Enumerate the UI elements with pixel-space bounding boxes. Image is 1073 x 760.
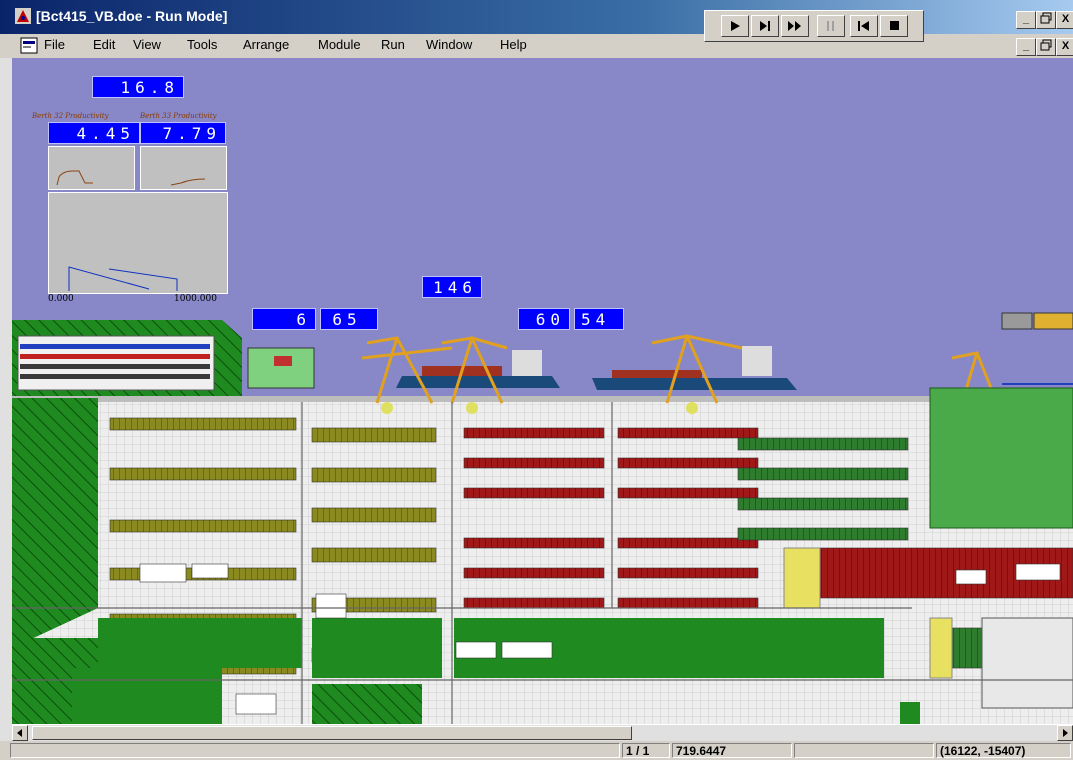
doc-restore-button[interactable] <box>1036 38 1056 56</box>
restore-button[interactable] <box>1036 11 1056 29</box>
app-icon[interactable] <box>14 7 32 25</box>
restore-icon <box>1040 12 1052 24</box>
plot-x-min: 0.000 <box>48 294 74 304</box>
status-bar: 1 / 1 719.6447 (16122, -15407) <box>0 741 1073 760</box>
left-edge <box>0 58 12 741</box>
pause-button[interactable] <box>817 15 845 37</box>
status-coords: (16122, -15407) <box>936 743 1071 758</box>
berth32-label: Berth 32 Productivity <box>32 112 109 120</box>
menu-file[interactable]: File <box>44 37 65 52</box>
status-page: 1 / 1 <box>622 743 670 758</box>
close-button[interactable]: X <box>1056 11 1073 29</box>
menu-module[interactable]: Module <box>318 37 361 52</box>
terminal-map <box>12 312 1073 724</box>
menu-arrange[interactable]: Arrange <box>243 37 289 52</box>
horizontal-scrollbar[interactable] <box>12 724 1073 742</box>
scroll-right-button[interactable] <box>1057 725 1073 741</box>
berth33-plot <box>140 146 227 190</box>
fast-forward-button[interactable] <box>781 15 809 37</box>
menu-tools[interactable]: Tools <box>187 37 217 52</box>
menu-run[interactable]: Run <box>381 37 405 52</box>
doc-minimize-button[interactable]: _ <box>1016 38 1036 56</box>
arrow-right-icon <box>1063 729 1068 737</box>
minimize-button[interactable]: _ <box>1016 11 1036 29</box>
menu-edit[interactable]: Edit <box>93 37 115 52</box>
scroll-left-button[interactable] <box>12 725 28 741</box>
restore-icon <box>1040 39 1052 51</box>
queue-plot-line <box>68 266 178 291</box>
fast-forward-icon <box>788 21 801 31</box>
menu-view[interactable]: View <box>133 37 161 52</box>
go-button[interactable] <box>721 15 749 37</box>
window-title: [Bct415_VB.doe - Run Mode] <box>36 8 228 24</box>
status-blank <box>794 743 934 758</box>
start-icon <box>858 21 869 31</box>
stop-icon <box>890 21 899 30</box>
counter-top: 146 <box>422 276 482 298</box>
scroll-thumb[interactable] <box>32 726 632 740</box>
queue-plot <box>48 192 228 294</box>
berth32-plot-line <box>56 170 93 186</box>
status-zoom: 719.6447 <box>672 743 792 758</box>
berth33-productivity: 7.79 <box>140 122 226 144</box>
run-toolbar <box>704 10 924 42</box>
menu-window[interactable]: Window <box>426 37 472 52</box>
document-icon[interactable] <box>20 37 38 54</box>
menu-help[interactable]: Help <box>500 37 527 52</box>
berth32-plot <box>48 146 135 190</box>
pause-icon <box>827 21 834 31</box>
start-button[interactable] <box>850 15 878 37</box>
step-icon <box>760 21 770 31</box>
berth32-productivity: 4.45 <box>48 122 140 144</box>
step-button[interactable] <box>751 15 779 37</box>
berth33-label: Berth 33 Productivity <box>140 112 217 120</box>
stop-button[interactable] <box>880 15 908 37</box>
status-message <box>10 743 620 758</box>
arrow-left-icon <box>17 729 22 737</box>
clock-display: 16.8 <box>92 76 184 98</box>
simulation-canvas[interactable]: 16.8 Berth 32 Productivity Berth 33 Prod… <box>12 58 1073 724</box>
berth33-plot-line <box>170 178 206 186</box>
go-icon <box>731 21 740 31</box>
plot-x-max: 1000.000 <box>174 294 217 304</box>
doc-close-button[interactable]: X <box>1056 38 1073 56</box>
